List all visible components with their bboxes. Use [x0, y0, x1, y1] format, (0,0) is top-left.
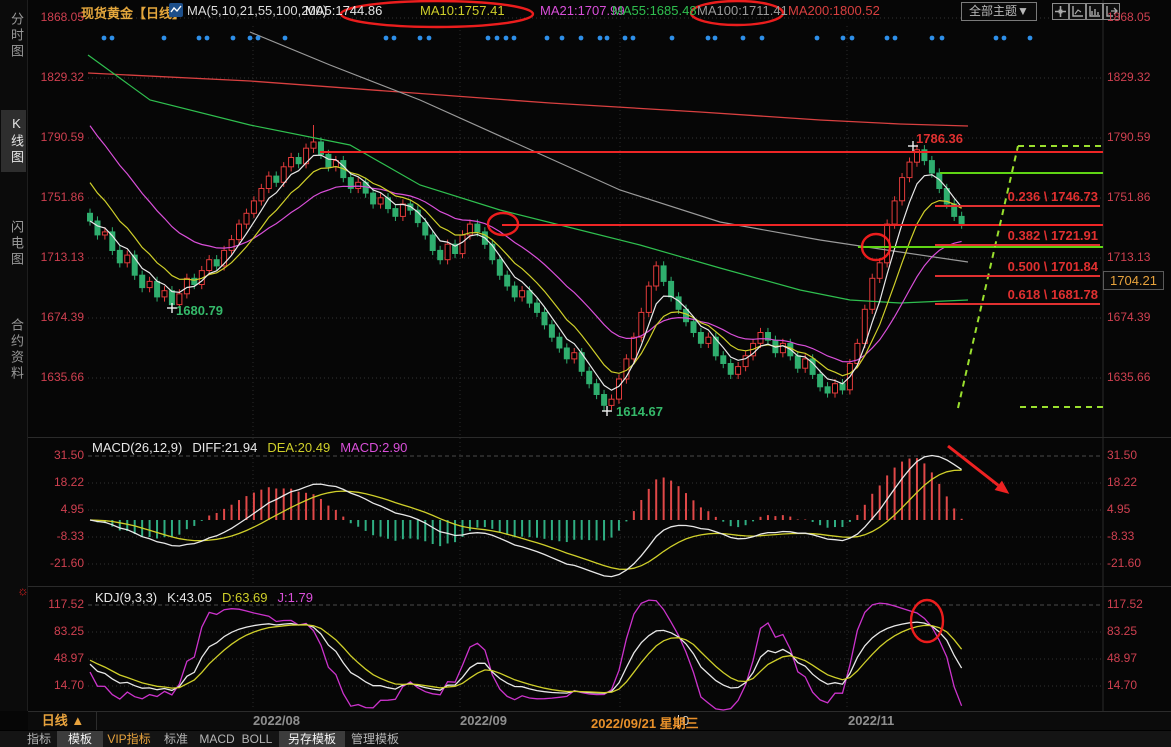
date-axis-label: 2022/08 — [253, 713, 300, 728]
ma-legend-value: MA10:1757.41 — [420, 3, 505, 18]
kdj-header: KDJ(9,3,3) K:43.05 D:63.69 J:1.79 — [95, 590, 323, 605]
fib-level-label: 0.236 \ 1746.73 — [928, 189, 1098, 204]
macd-axis-label: 31.50 — [32, 448, 84, 462]
kdj-axis-label: 14.70 — [1107, 678, 1137, 692]
kdj-axis-label: 48.97 — [32, 651, 84, 665]
price-axis-label: 1868.05 — [32, 10, 84, 24]
bottom-tab-模板[interactable]: 模板 — [57, 731, 103, 747]
sidebar-tab-分时图[interactable]: 分时图 — [1, 6, 26, 66]
macd-axis-label: 4.95 — [1107, 502, 1130, 516]
indicator-window-icon[interactable] — [1086, 3, 1103, 20]
price-axis-label: 1674.39 — [32, 310, 84, 324]
ma-legend-value: MA5:1744.86 — [305, 3, 382, 18]
chart-application: 分时图K线图闪电图合约资料 现货黄金【日线】 MA(5,10,21,55,100… — [0, 0, 1171, 747]
sidebar-tab-闪电图[interactable]: 闪电图 — [1, 214, 26, 274]
indicator-value: J:1.79 — [278, 590, 313, 605]
indicator-value: DIFF:21.94 — [192, 440, 257, 455]
macd-axis-label: 18.22 — [32, 475, 84, 489]
indicator-tab-bar: 指标模板VIP指标标准MACDBOLL另存模板管理模板 — [0, 730, 1171, 747]
bottom-tab-指标[interactable]: 指标 — [22, 731, 56, 747]
fib-level-label: 0.382 \ 1721.91 — [928, 228, 1098, 243]
date-axis: 日线 ▲ 0 2022/082022/092022/09/21 星期三2022/… — [28, 711, 1171, 732]
price-axis-label: 1829.32 — [1107, 70, 1150, 84]
chart-canvas[interactable] — [0, 0, 1171, 747]
price-axis-label: 1751.86 — [32, 190, 84, 204]
kdj-axis-label: 117.52 — [32, 597, 84, 611]
price-axis-label: 1635.66 — [1107, 370, 1150, 384]
sidebar-tab-合约资料[interactable]: 合约资料 — [1, 312, 26, 388]
move-icon[interactable] — [1052, 3, 1069, 20]
low-price-label: 1614.67 — [616, 404, 663, 419]
macd-axis-label: -21.60 — [32, 556, 84, 570]
indicator-value: K:43.05 — [167, 590, 212, 605]
ma-legend-value: MA200:1800.52 — [788, 3, 880, 18]
price-axis-label: 1635.66 — [32, 370, 84, 384]
price-axis-label: 1790.59 — [1107, 130, 1150, 144]
last-price-badge: 1704.21 — [1103, 271, 1164, 290]
macd-axis-label: 4.95 — [32, 502, 84, 516]
price-axis-label: 1713.13 — [1107, 250, 1150, 264]
kdj-axis-label: 117.52 — [1107, 597, 1143, 611]
bottom-tab-BOLL[interactable]: BOLL — [238, 731, 276, 747]
price-axis-label: 1674.39 — [1107, 310, 1150, 324]
price-axis-label: 1751.86 — [1107, 190, 1150, 204]
kdj-axis-label: 14.70 — [32, 678, 84, 692]
macd-header: MACD(26,12,9) DIFF:21.94 DEA:20.49 MACD:2.9… — [92, 440, 417, 455]
date-axis-label: 2022/11 — [848, 713, 894, 728]
panel-splitter[interactable] — [28, 586, 1171, 587]
price-axis-label: 1868.05 — [1107, 10, 1150, 24]
macd-axis-label: 18.22 — [1107, 475, 1137, 489]
kdj-axis-label: 83.25 — [32, 624, 84, 638]
indicator-value: DEA:20.49 — [267, 440, 330, 455]
panel-splitter[interactable] — [28, 437, 1171, 438]
theme-select-button[interactable]: 全部主题▼ — [961, 2, 1037, 21]
chart-type-sidebar: 分时图 K线图闪电图合约资料 — [0, 0, 28, 711]
indicator-value: KDJ(9,3,3) — [95, 590, 157, 605]
high-price-label: 1786.36 — [916, 131, 963, 146]
macd-axis-label: -8.33 — [1107, 529, 1134, 543]
date-axis-label: 2022/09 — [460, 713, 507, 728]
bottom-tab-管理模板[interactable]: 管理模板 — [346, 731, 404, 747]
ma-legend-value: MA100:1711.41 — [697, 3, 788, 18]
macd-axis-label: -8.33 — [32, 529, 84, 543]
bottom-tab-另存模板[interactable]: 另存模板 — [279, 731, 345, 747]
fib-level-label: 0.500 \ 1701.84 — [928, 259, 1098, 274]
period-selector[interactable]: 日线 ▲ — [30, 712, 97, 730]
indicator-value: MACD:2.90 — [340, 440, 407, 455]
fib-level-label: 0.618 \ 1681.78 — [928, 287, 1098, 302]
bottom-tab-标准[interactable]: 标准 — [157, 731, 195, 747]
low-price-label: 1680.79 — [176, 303, 223, 318]
kdj-axis-label: 83.25 — [1107, 624, 1137, 638]
macd-axis-label: 31.50 — [1107, 448, 1137, 462]
macd-axis-label: -21.60 — [1107, 556, 1141, 570]
price-axis-label: 1829.32 — [32, 70, 84, 84]
indicator-value: MACD(26,12,9) — [92, 440, 182, 455]
sidebar-tab-K线图[interactable]: K线图 — [1, 110, 26, 172]
kdj-axis-label: 48.97 — [1107, 651, 1137, 665]
axis-scale-icon[interactable] — [1069, 3, 1086, 20]
indicator-value: D:63.69 — [222, 590, 268, 605]
candlestick-chart-icon — [169, 3, 183, 20]
bottom-tab-VIP指标[interactable]: VIP指标 — [104, 731, 154, 747]
price-axis-label: 1713.13 — [32, 250, 84, 264]
bottom-tab-MACD[interactable]: MACD — [198, 731, 236, 747]
ma-legend-value: MA55:1685.48 — [612, 3, 697, 18]
price-axis-label: 1790.59 — [32, 130, 84, 144]
